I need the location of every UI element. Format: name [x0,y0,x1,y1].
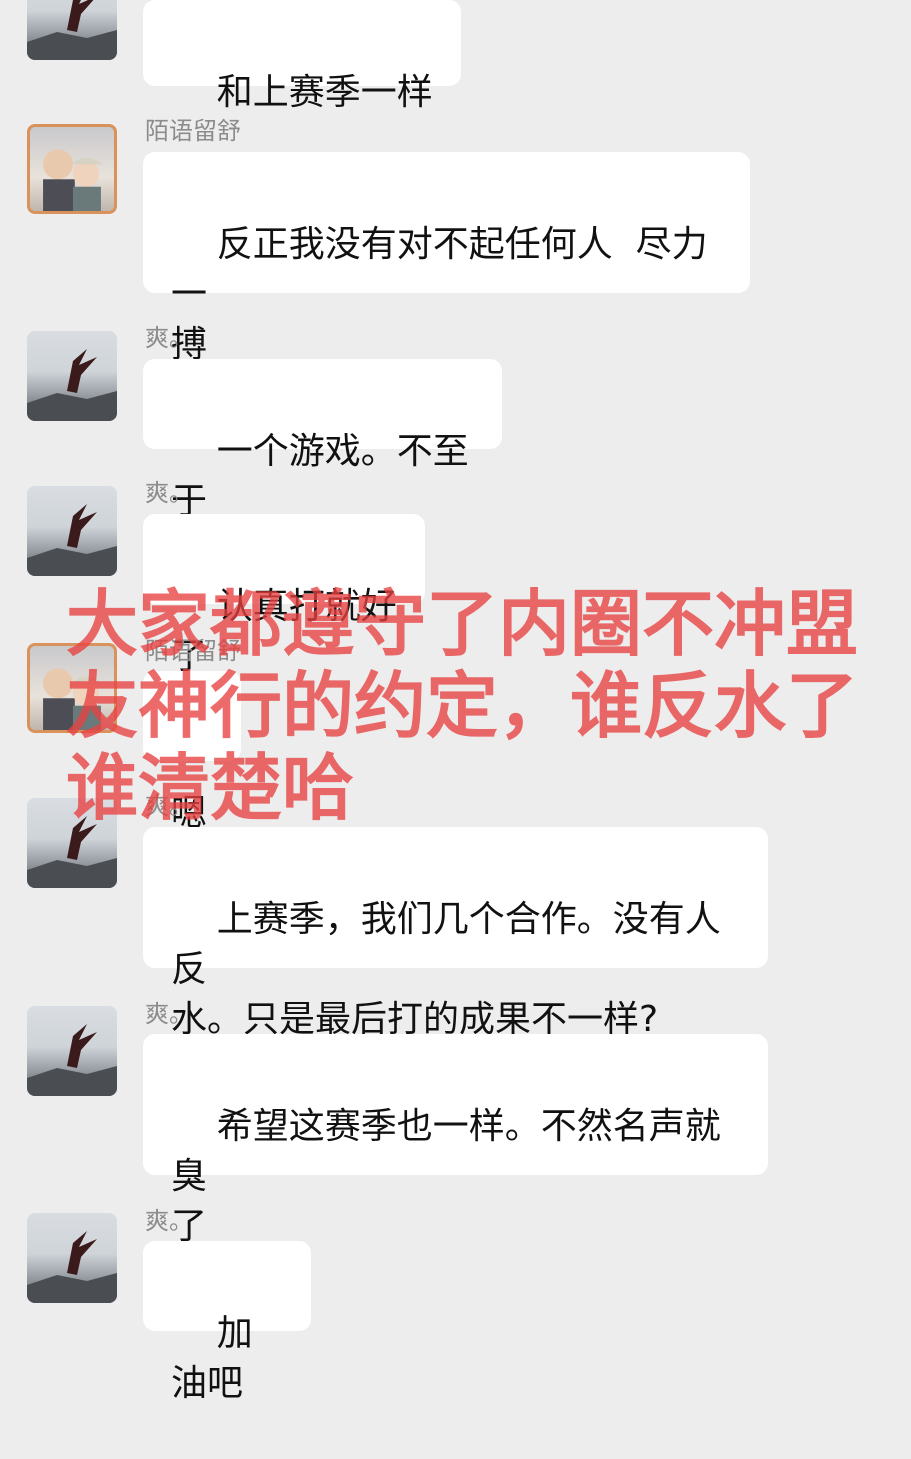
sender-name: 爽。 [145,479,193,507]
bird-avatar[interactable] [27,0,117,60]
sender-name: 爽。 [145,324,193,352]
message-bubble: 上赛季，我们几个合作。没有人反 水。只是最后打的成果不一样? [143,827,768,1040]
sender-name: 陌语留舒 [145,117,241,145]
message-text: 一个游戏。不至于 [171,431,469,522]
overlay-annotation: 大家都遵守了内圈不冲盟 友神行的约定，谁反水了 谁清楚哈 [66,582,859,830]
bird-avatar[interactable] [27,1213,117,1303]
message-bubble: 和上赛季一样 [143,0,461,113]
sender-name: 爽。 [145,1207,193,1235]
message-bubble: 希望这赛季也一样。不然名声就臭 了 [143,1034,768,1247]
bird-avatar[interactable] [27,331,117,421]
bird-avatar[interactable] [27,486,117,576]
message-text: 和上赛季一样 [216,72,433,113]
message-text: 上赛季，我们几个合作。没有人反 水。只是最后打的成果不一样? [171,899,721,1040]
message-bubble: 加油吧 [143,1241,311,1404]
message-bubble: 反正我没有对不起任何人 尽力一 搏 [143,152,750,365]
message-text: 加油吧 [171,1313,253,1404]
message-text: 希望这赛季也一样。不然名声就臭 了 [171,1106,721,1247]
sender-name: 爽。 [145,1000,193,1028]
bird-avatar[interactable] [27,1006,117,1096]
message-text: 反正我没有对不起任何人 尽力一 搏 [171,224,708,365]
message-bubble: 一个游戏。不至于 [143,359,502,522]
couple-avatar[interactable] [27,124,117,214]
